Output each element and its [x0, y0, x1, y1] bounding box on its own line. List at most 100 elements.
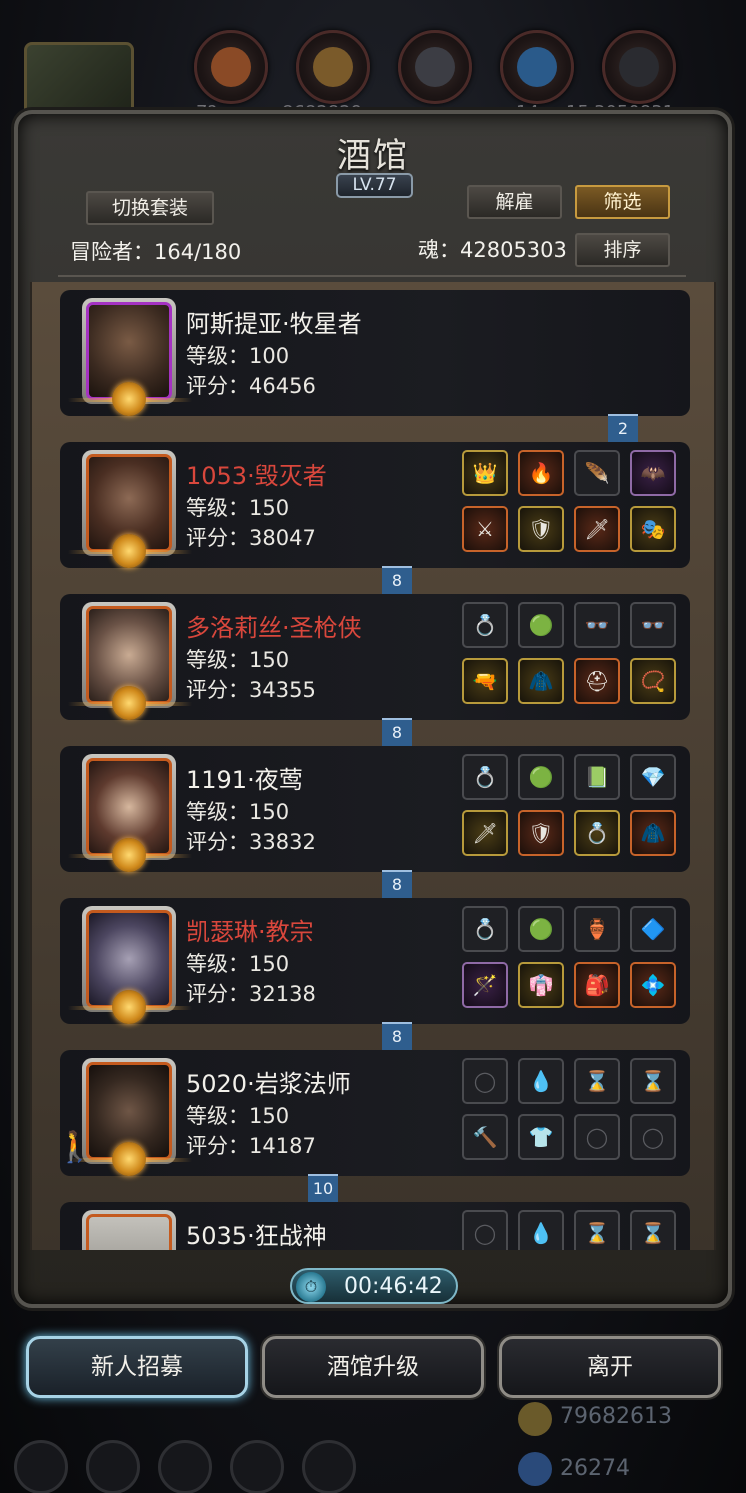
- hero-name: 1191·夜莺: [186, 766, 303, 794]
- equipment-slot[interactable]: 🧥: [630, 810, 676, 856]
- guild-nav-icon[interactable]: [302, 1440, 356, 1493]
- hero-name: 5035·狂战神: [186, 1222, 327, 1250]
- equipment-slot[interactable]: 👕: [518, 1114, 564, 1160]
- hero-portrait[interactable]: [68, 450, 192, 568]
- hero-name: 多洛莉丝·圣枪侠: [186, 614, 362, 642]
- hero-card[interactable]: 凯瑟琳·教宗 等级：150 评分：32138 💍 🟢 🏺 🔷 🪄 👘 🎒 💠: [60, 898, 690, 1024]
- equipment-slot[interactable]: 🔥: [518, 450, 564, 496]
- equipment-slot[interactable]: ◯: [462, 1058, 508, 1104]
- equipment-slot[interactable]: ◯: [574, 1114, 620, 1160]
- hero-score: 评分：14187: [186, 1134, 316, 1158]
- hero-card[interactable]: 阿斯提亚·牧星者 等级：100 评分：46456: [60, 290, 690, 416]
- equipment-slot[interactable]: ◯: [462, 1210, 508, 1250]
- equipment-grid: 💍 🟢 📗 💎 🗡 🛡 💍 🧥: [462, 754, 676, 858]
- equipment-slot[interactable]: 💍: [574, 810, 620, 856]
- equipment-slot[interactable]: 🛡: [518, 506, 564, 552]
- switch-outfit-button[interactable]: 切换套装: [86, 191, 214, 225]
- settings-nav-icon[interactable]: [14, 1440, 68, 1493]
- equipment-slot[interactable]: ⛑: [574, 658, 620, 704]
- equipment-slot[interactable]: 🏺: [574, 906, 620, 952]
- equipment-slot[interactable]: 👓: [574, 602, 620, 648]
- filter-button[interactable]: 筛选: [575, 185, 670, 219]
- hero-level: 等级：150: [186, 800, 290, 824]
- hero-portrait[interactable]: [68, 906, 192, 1024]
- wood-icon[interactable]: [296, 30, 370, 104]
- timer-text: 00:46:42: [344, 1274, 443, 1299]
- equipment-slot[interactable]: 🛡: [518, 810, 564, 856]
- equipment-slot[interactable]: 👓: [630, 602, 676, 648]
- equipment-slot[interactable]: 🗡: [462, 810, 508, 856]
- equipment-slot[interactable]: ◯: [630, 1114, 676, 1160]
- equipment-slot[interactable]: 🪄: [462, 962, 508, 1008]
- equipment-slot[interactable]: 🎒: [574, 962, 620, 1008]
- equipment-slot[interactable]: 🔫: [462, 658, 508, 704]
- hero-card[interactable]: 5020·岩浆法师 等级：150 评分：14187 ◯ 💧 ⌛ ⌛ 🔨 👕 ◯ ◯: [60, 1050, 690, 1176]
- equipment-slot[interactable]: 🪶: [574, 450, 620, 496]
- equipment-slot[interactable]: 💧: [518, 1058, 564, 1104]
- hero-name: 阿斯提亚·牧星者: [186, 310, 362, 338]
- equipment-slot[interactable]: 💎: [630, 754, 676, 800]
- equipment-grid: 👑 🔥 🪶 🦇 ⚔ 🛡 🗡 🎭: [462, 450, 676, 554]
- hero-card[interactable]: 1053·毁灭者 等级：150 评分：38047 👑 🔥 🪶 🦇 ⚔ 🛡 🗡 🎭: [60, 442, 690, 568]
- equipment-slot[interactable]: 🟢: [518, 602, 564, 648]
- tavern-level-badge: LV.77: [336, 173, 413, 198]
- equipment-slot[interactable]: 👘: [518, 962, 564, 1008]
- equipment-slot[interactable]: 🟢: [518, 906, 564, 952]
- rank-emblem-icon: [112, 990, 146, 1024]
- hero-score: 评分：34355: [186, 678, 316, 702]
- recruit-button[interactable]: 新人招募: [26, 1336, 248, 1398]
- stone-icon[interactable]: [602, 30, 676, 104]
- hero-portrait[interactable]: [68, 602, 192, 720]
- equipment-slot[interactable]: ⚔: [462, 506, 508, 552]
- adventurer-count: 冒险者：164/180: [70, 240, 242, 264]
- hero-portrait[interactable]: [82, 1210, 176, 1250]
- leave-button[interactable]: 离开: [499, 1336, 721, 1398]
- equipment-slot[interactable]: 📗: [574, 754, 620, 800]
- refresh-timer: ⏱ 00:46:42: [290, 1268, 458, 1304]
- iron-icon[interactable]: [398, 30, 472, 104]
- equipment-slot[interactable]: 👑: [462, 450, 508, 496]
- star-nav-icon[interactable]: [86, 1440, 140, 1493]
- meat-icon[interactable]: [194, 30, 268, 104]
- tavern-upgrade-button[interactable]: 酒馆升级: [262, 1336, 484, 1398]
- equipment-slot[interactable]: ⌛: [574, 1210, 620, 1250]
- equipment-slot[interactable]: 🗡: [574, 506, 620, 552]
- equipment-slot[interactable]: 💍: [462, 602, 508, 648]
- equipment-slot[interactable]: 💠: [630, 962, 676, 1008]
- gold-icon: [518, 1402, 552, 1436]
- hero-card[interactable]: 1191·夜莺 等级：150 评分：33832 💍 🟢 📗 💎 🗡 🛡 💍 🧥: [60, 746, 690, 872]
- equipment-slot[interactable]: ⌛: [630, 1058, 676, 1104]
- hero-portrait[interactable]: [68, 298, 192, 416]
- equipment-slot[interactable]: 🔷: [630, 906, 676, 952]
- equipment-slot[interactable]: 🦇: [630, 450, 676, 496]
- header-divider: [58, 275, 686, 277]
- equipment-slot[interactable]: ⌛: [630, 1210, 676, 1250]
- dismiss-button[interactable]: 解雇: [467, 185, 562, 219]
- equipment-slot[interactable]: 📿: [630, 658, 676, 704]
- equipment-slot[interactable]: 🎭: [630, 506, 676, 552]
- hero-level: 等级：150: [186, 496, 290, 520]
- equipment-grid: ◯ 💧 ⌛ ⌛: [462, 1210, 676, 1250]
- hero-portrait[interactable]: [68, 1058, 192, 1176]
- equipment-grid: 💍 🟢 🏺 🔷 🪄 👘 🎒 💠: [462, 906, 676, 1010]
- chat-nav-icon[interactable]: [158, 1440, 212, 1493]
- hero-card[interactable]: 5035·狂战神 ◯ 💧 ⌛ ⌛: [60, 1202, 690, 1250]
- hero-list[interactable]: 阿斯提亚·牧星者 等级：100 评分：46456 2 1053·毁灭者 等级：150 评分：…: [30, 282, 716, 1250]
- equipment-slot[interactable]: 💧: [518, 1210, 564, 1250]
- equipment-slot[interactable]: 🧥: [518, 658, 564, 704]
- sort-button[interactable]: 排序: [575, 233, 670, 267]
- equipment-slot[interactable]: 💍: [462, 906, 508, 952]
- gold-amount: 79682613: [560, 1404, 672, 1429]
- hero-portrait[interactable]: [68, 754, 192, 872]
- equipment-slot[interactable]: ⌛: [574, 1058, 620, 1104]
- hero-face-image: [86, 1214, 172, 1250]
- mail-nav-icon[interactable]: [230, 1440, 284, 1493]
- hero-card[interactable]: 多洛莉丝·圣枪侠 等级：150 评分：34355 💍 🟢 👓 👓 🔫 🧥 ⛑ 📿: [60, 594, 690, 720]
- rank-emblem-icon: [112, 838, 146, 872]
- equipment-slot[interactable]: 🔨: [462, 1114, 508, 1160]
- hero-score: 评分：38047: [186, 526, 316, 550]
- equipment-slot[interactable]: 💍: [462, 754, 508, 800]
- crystal-icon[interactable]: [500, 30, 574, 104]
- hero-level: 等级：100: [186, 344, 290, 368]
- equipment-slot[interactable]: 🟢: [518, 754, 564, 800]
